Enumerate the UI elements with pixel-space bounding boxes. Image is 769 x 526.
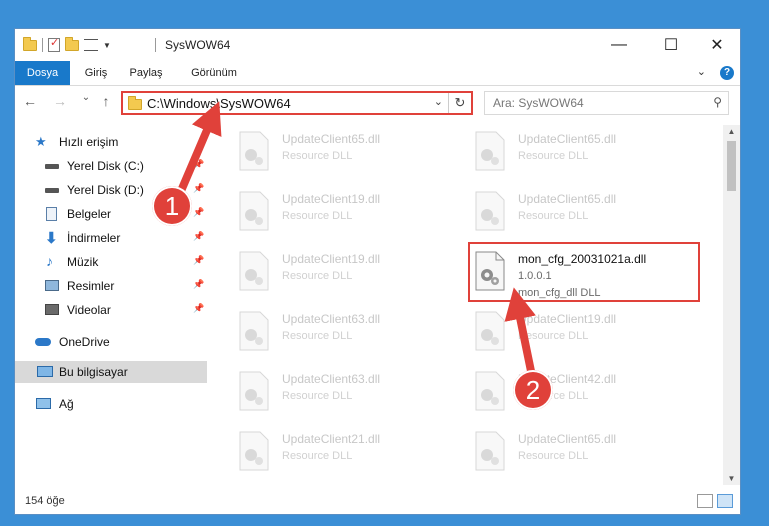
arrow-to-address-bar: [174, 101, 222, 200]
annotation-arrows: [174, 101, 536, 377]
step-badge-2: 2: [513, 370, 553, 410]
arrow-to-dll-file: [504, 287, 536, 377]
step-badge-1: 1: [152, 186, 192, 226]
